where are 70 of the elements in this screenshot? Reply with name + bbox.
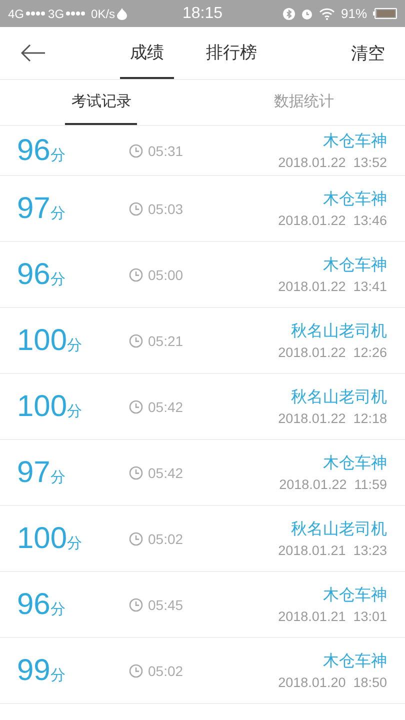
- clear-button[interactable]: 清空: [351, 27, 385, 79]
- clock-icon: [129, 334, 143, 348]
- user-name: 木仓车神: [323, 453, 387, 474]
- clock-icon: [129, 144, 143, 158]
- duration: 05:02: [148, 662, 184, 678]
- user-name: 木仓车神: [323, 585, 387, 606]
- subtab[interactable]: 考试记录: [65, 80, 138, 125]
- score: 96: [17, 588, 50, 622]
- record-date: 2018.01.22 11:59: [279, 477, 387, 492]
- score-unit: 分: [67, 402, 82, 420]
- record-date: 2018.01.22 12:26: [278, 345, 387, 360]
- score-unit: 分: [50, 600, 66, 618]
- signal-icon: [26, 11, 46, 16]
- score-unit: 分: [50, 204, 66, 222]
- score-unit: 分: [50, 666, 66, 684]
- score-unit: 分: [50, 468, 66, 486]
- back-arrow-icon[interactable]: [20, 44, 46, 62]
- network-label: 4G: [8, 6, 24, 20]
- score: 97: [17, 456, 50, 490]
- clock-icon: [129, 664, 143, 678]
- score: 100: [17, 390, 68, 424]
- record-date: 2018.01.21 13:23: [278, 543, 387, 558]
- tab[interactable]: 成绩: [120, 27, 174, 79]
- bluetooth-icon: [282, 8, 295, 20]
- status-time: 18:15: [182, 4, 223, 22]
- user-name: 秋名山老司机: [291, 321, 387, 342]
- score: 96: [17, 258, 50, 292]
- battery-label: 91%: [340, 6, 368, 21]
- duration: 05:42: [148, 464, 184, 480]
- speed-label: 0K/s: [91, 6, 116, 20]
- clock-icon: [129, 466, 143, 480]
- duration: 05:42: [148, 398, 184, 414]
- wifi-icon: [318, 8, 335, 20]
- clock-icon: [129, 532, 143, 546]
- duration: 05:03: [148, 200, 184, 216]
- clock-icon: [129, 400, 143, 414]
- duration: 05:02: [148, 530, 184, 546]
- duration: 05:21: [148, 332, 184, 348]
- duration: 05:45: [148, 596, 184, 612]
- score-unit: 分: [67, 336, 82, 354]
- clock-icon: [129, 598, 143, 612]
- tab[interactable]: 排行榜: [196, 27, 267, 79]
- record-date: 2018.01.22 13:41: [278, 279, 387, 294]
- score: 100: [17, 324, 68, 358]
- user-name: 木仓车神: [323, 189, 387, 210]
- user-name: 木仓车神: [323, 255, 387, 276]
- network-label: 3G: [48, 6, 64, 20]
- alarm-icon: [300, 8, 313, 20]
- score-unit: 分: [67, 534, 82, 552]
- record-date: 2018.01.22 13:52: [278, 155, 387, 170]
- duration: 05:31: [148, 142, 184, 158]
- clock-icon: [129, 202, 143, 216]
- duration: 05:00: [148, 266, 184, 282]
- user-name: 木仓车神: [323, 651, 387, 672]
- score: 96: [17, 134, 50, 168]
- score-unit: 分: [50, 146, 66, 164]
- user-name: 木仓车神: [323, 131, 387, 152]
- record-date: 2018.01.22 12:18: [278, 411, 387, 426]
- record-date: 2018.01.22 13:46: [278, 213, 387, 228]
- score-unit: 分: [50, 270, 66, 288]
- record-date: 2018.01.20 18:50: [278, 675, 387, 690]
- score: 100: [17, 522, 68, 556]
- signal-icon: [66, 11, 86, 16]
- record-date: 2018.01.21 13:01: [278, 609, 387, 624]
- score: 97: [17, 192, 50, 226]
- clock-icon: [129, 268, 143, 282]
- user-name: 秋名山老司机: [291, 387, 387, 408]
- battery-icon: [373, 8, 398, 19]
- score: 99: [17, 654, 50, 688]
- user-name: 秋名山老司机: [291, 519, 387, 540]
